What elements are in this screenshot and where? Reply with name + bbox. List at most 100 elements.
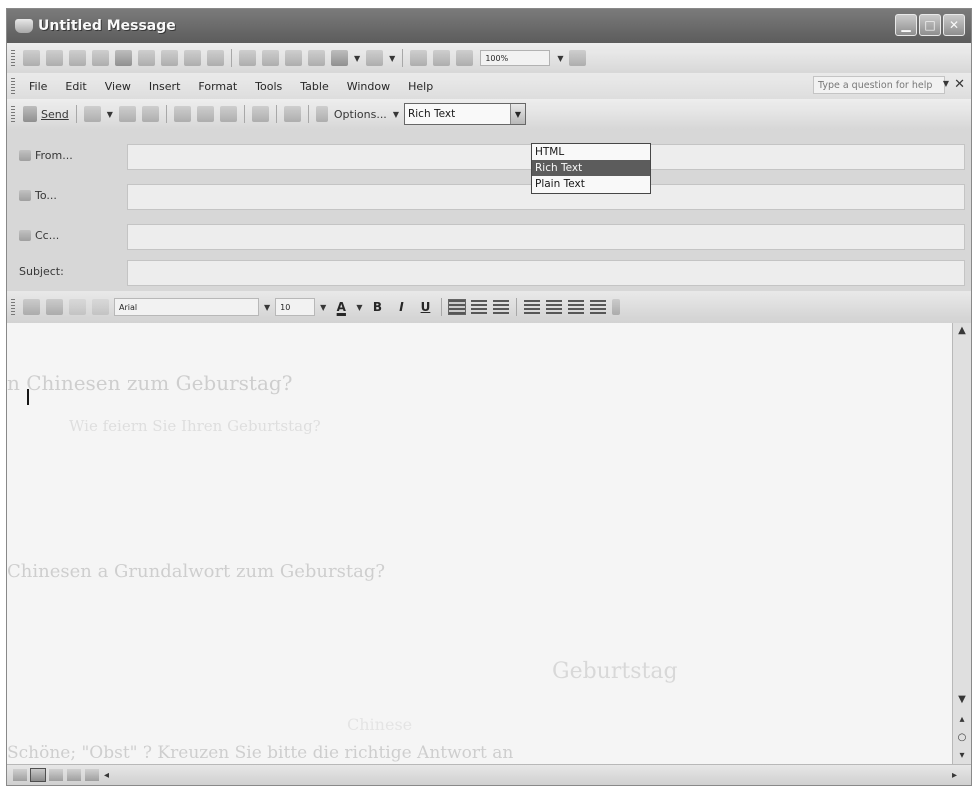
font-color-button[interactable]: A bbox=[333, 299, 349, 315]
hyperlink-icon[interactable] bbox=[410, 50, 428, 66]
bold-button[interactable]: B bbox=[369, 299, 385, 315]
menu-tools[interactable]: Tools bbox=[255, 80, 282, 93]
minimize-button[interactable]: ▁ bbox=[895, 14, 917, 36]
paste-icon[interactable] bbox=[285, 50, 302, 66]
format-option-rich-text[interactable]: Rich Text bbox=[532, 160, 650, 176]
importance-low-icon[interactable] bbox=[219, 106, 237, 122]
numbering-icon[interactable] bbox=[524, 300, 541, 314]
new-icon[interactable] bbox=[23, 50, 40, 66]
subject-field[interactable] bbox=[127, 260, 965, 286]
menu-table[interactable]: Table bbox=[300, 80, 328, 93]
menu-file[interactable]: File bbox=[29, 80, 47, 93]
web-layout-icon[interactable] bbox=[30, 768, 46, 782]
page-icon[interactable] bbox=[115, 50, 132, 66]
menu-window[interactable]: Window bbox=[347, 80, 390, 93]
to-button[interactable]: To... bbox=[19, 189, 57, 202]
menu-help[interactable]: Help bbox=[408, 80, 433, 93]
check-names-icon[interactable] bbox=[141, 106, 159, 122]
align-center-icon[interactable] bbox=[471, 300, 488, 314]
redo-dropdown-icon[interactable]: ▼ bbox=[389, 54, 395, 63]
flag-icon[interactable] bbox=[251, 106, 269, 122]
menu-view[interactable]: View bbox=[105, 80, 131, 93]
print-icon[interactable] bbox=[138, 50, 155, 66]
styles-icon[interactable] bbox=[23, 299, 40, 315]
scroll-right-icon[interactable]: ▸ bbox=[952, 770, 957, 781]
format-painter-icon[interactable] bbox=[308, 50, 325, 66]
attach-dropdown-icon[interactable]: ▼ bbox=[107, 110, 113, 119]
align-left-icon[interactable] bbox=[448, 299, 467, 315]
increase-indent-icon[interactable] bbox=[590, 300, 607, 314]
italic-button[interactable]: I bbox=[393, 299, 409, 315]
signature-icon[interactable] bbox=[283, 106, 301, 122]
copy-icon[interactable] bbox=[262, 50, 279, 66]
close-window-button[interactable]: ✕ bbox=[943, 14, 965, 36]
style-icon[interactable] bbox=[69, 299, 86, 315]
save-icon[interactable] bbox=[69, 50, 86, 66]
insert-table-icon[interactable] bbox=[456, 50, 474, 66]
send-button[interactable]: Send bbox=[41, 108, 69, 121]
address-book-icon[interactable] bbox=[118, 106, 136, 122]
cut-icon[interactable] bbox=[239, 50, 256, 66]
options-dropdown-icon[interactable]: ▼ bbox=[393, 110, 399, 119]
bullets-icon[interactable] bbox=[546, 300, 563, 314]
undo-dropdown-icon[interactable]: ▼ bbox=[354, 54, 360, 63]
style-list-icon[interactable] bbox=[92, 299, 109, 315]
attach-icon[interactable] bbox=[83, 106, 101, 122]
cc-button[interactable]: Cc... bbox=[19, 229, 59, 242]
scroll-up-icon[interactable]: ▲ bbox=[953, 325, 971, 336]
undo-icon[interactable] bbox=[331, 50, 348, 66]
font-dropdown-icon[interactable]: ▼ bbox=[264, 303, 270, 312]
importance-high-icon[interactable] bbox=[196, 106, 214, 122]
chevron-down-icon[interactable]: ▼ bbox=[509, 104, 525, 124]
print-preview-icon[interactable] bbox=[161, 50, 178, 66]
scroll-left-icon[interactable]: ◂ bbox=[104, 770, 109, 781]
tables-borders-icon[interactable] bbox=[433, 50, 451, 66]
scroll-down-icon[interactable]: ▼ bbox=[953, 694, 971, 705]
align-right-icon[interactable] bbox=[493, 300, 510, 314]
menu-insert[interactable]: Insert bbox=[149, 80, 181, 93]
help-search-input[interactable]: Type a question for help bbox=[813, 76, 945, 94]
message-body[interactable]: n Chinesen zum Geburstag? Wie feiern Sie… bbox=[7, 323, 953, 765]
toolbar-options-icon[interactable] bbox=[612, 299, 621, 315]
font-size-dropdown-icon[interactable]: ▼ bbox=[320, 303, 326, 312]
outline-view-icon[interactable] bbox=[85, 769, 99, 781]
maximize-button[interactable]: □ bbox=[919, 14, 941, 36]
reading-layout-icon[interactable] bbox=[67, 769, 81, 781]
email-toolbar-grip[interactable] bbox=[11, 106, 15, 122]
font-name-input[interactable]: Arial bbox=[114, 298, 259, 316]
menu-format[interactable]: Format bbox=[198, 80, 237, 93]
open-icon[interactable] bbox=[46, 50, 63, 66]
select-browse-object-icon[interactable]: ○ bbox=[953, 732, 971, 743]
cc-field[interactable] bbox=[127, 224, 965, 250]
previous-page-icon[interactable]: ▴ bbox=[953, 714, 971, 725]
decrease-indent-icon[interactable] bbox=[568, 300, 585, 314]
spelling-icon[interactable] bbox=[184, 50, 201, 66]
underline-button[interactable]: U bbox=[417, 299, 433, 315]
title-bar[interactable]: Untitled Message ▁ □ ✕ bbox=[7, 9, 971, 43]
options-button[interactable]: Options... bbox=[334, 108, 387, 121]
close-document-button[interactable]: ✕ bbox=[954, 77, 965, 92]
font-size-input[interactable]: 10 bbox=[275, 298, 316, 316]
format-option-html[interactable]: HTML bbox=[532, 144, 650, 160]
message-format-select[interactable]: Rich Text ▼ bbox=[403, 103, 526, 125]
recipients-icon[interactable] bbox=[173, 106, 191, 122]
menu-edit[interactable]: Edit bbox=[65, 80, 86, 93]
format-option-plain-text[interactable]: Plain Text bbox=[532, 176, 650, 192]
menu-grip[interactable] bbox=[11, 78, 15, 94]
print-icon[interactable] bbox=[46, 299, 63, 315]
normal-view-icon[interactable] bbox=[13, 769, 27, 781]
toolbar-grip[interactable] bbox=[11, 50, 15, 66]
research-icon[interactable] bbox=[207, 50, 224, 66]
zoom-box[interactable]: 100% bbox=[480, 50, 551, 66]
print-layout-icon[interactable] bbox=[49, 769, 63, 781]
redo-icon[interactable] bbox=[366, 50, 384, 66]
help-icon[interactable] bbox=[569, 50, 587, 66]
help-dropdown-icon[interactable]: ▼ bbox=[943, 79, 949, 88]
zoom-dropdown-icon[interactable]: ▼ bbox=[557, 54, 563, 63]
font-color-dropdown-icon[interactable]: ▼ bbox=[356, 303, 362, 312]
next-page-icon[interactable]: ▾ bbox=[953, 750, 971, 761]
vertical-scrollbar[interactable]: ▲ ▼ ▴ ○ ▾ bbox=[952, 323, 971, 765]
formatting-toolbar-grip[interactable] bbox=[11, 299, 15, 315]
from-button[interactable]: From... bbox=[19, 149, 73, 162]
permission-icon[interactable] bbox=[92, 50, 109, 66]
